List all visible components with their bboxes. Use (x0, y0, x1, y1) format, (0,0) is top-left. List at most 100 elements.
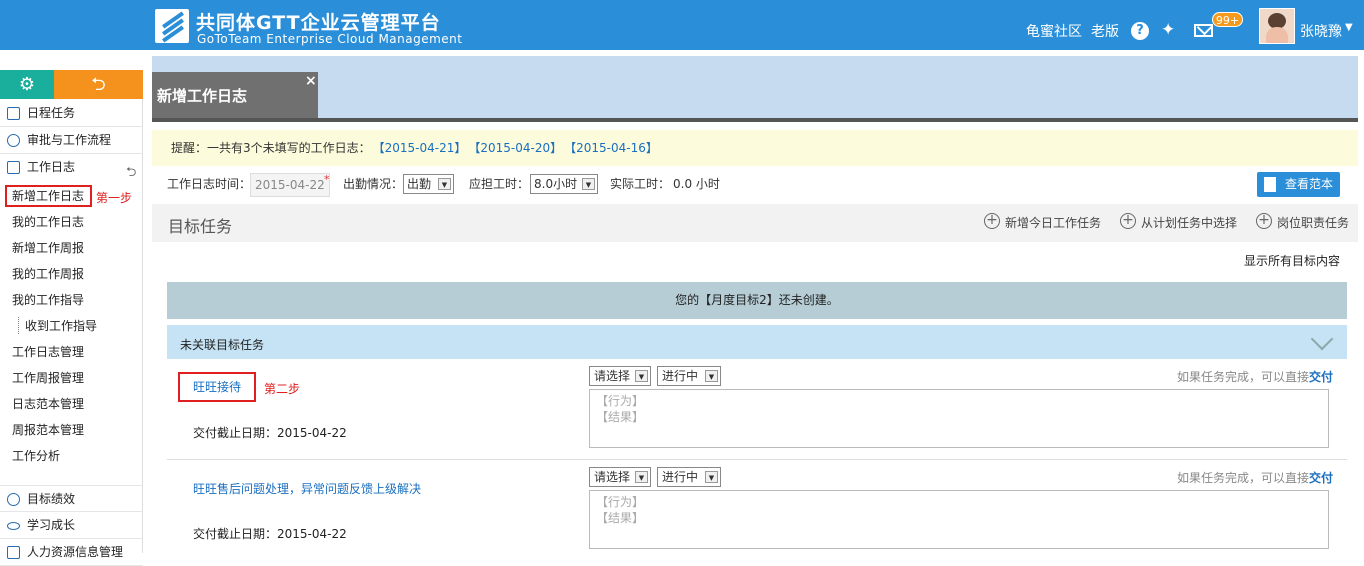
glasses-icon (7, 522, 20, 530)
calendar-icon (7, 107, 20, 120)
task-status-select[interactable]: 进行中 ▼ (657, 366, 721, 386)
collapse-icon[interactable]: ⮌ (126, 163, 136, 185)
chevron-down-icon: ▼ (635, 370, 648, 382)
task-hint-text: 如果任务完成，可以直接 (1176, 370, 1309, 384)
sidebar-group-label: 审批与工作流程 (27, 133, 112, 147)
document-icon (1264, 177, 1276, 192)
top-bar: 共同体GTT企业云管理平台 GoToTeam Enterprise Cloud … (0, 0, 1364, 50)
sidebar-item-new-weekly[interactable]: 新增工作周报 (12, 239, 84, 256)
attendance-select[interactable]: 出勤 ▼ (403, 174, 454, 194)
reminder-date-link[interactable]: 【2015-04-20】 (474, 141, 562, 155)
gear-icon[interactable]: ⚙ (0, 70, 54, 99)
duty-task-button[interactable]: + 岗位职责任务 (1256, 213, 1350, 231)
task-row: 旺旺售后问题处理，异常问题反馈上级解决 交付截止日期：2015-04-22 请选… (167, 461, 1347, 561)
action-label: 岗位职责任务 (1277, 216, 1350, 230)
actual-hours-label: 实际工时： (610, 177, 671, 191)
reminder-text: 提醒：一共有3个未填写的工作日志： (171, 141, 371, 155)
view-sample-label: 查看范本 (1285, 177, 1334, 191)
hours-label: 应担工时： (469, 177, 530, 191)
sidebar-group-schedule[interactable]: 日程任务 (0, 100, 143, 127)
chevron-down-icon: ▼ (438, 178, 451, 190)
task-hint: 如果任务完成，可以直接交付 (1177, 469, 1333, 486)
deliver-link[interactable]: 交付 (1309, 471, 1333, 485)
sidebar-group-worklog[interactable]: 工作日志 (0, 154, 143, 181)
actual-hours-value: 0.0 小时 (673, 177, 720, 191)
sidebar-item-my-guidance[interactable]: 我的工作指导 (12, 291, 84, 308)
sidebar-group-label: 学习成长 (27, 518, 76, 532)
gtt-logo-icon (155, 9, 189, 43)
task-status-value: 进行中 (662, 369, 699, 383)
date-field[interactable]: 2015-04-22 (250, 173, 330, 197)
mail-count-badge: 99+ (1212, 12, 1243, 27)
step2-highlight (178, 372, 256, 402)
monthly-goal-notice: 您的【月度目标2】还未创建。 (167, 282, 1347, 319)
task-name-link[interactable]: 旺旺售后问题处理，异常问题反馈上级解决 (193, 480, 421, 497)
sidebar-item-received-guidance[interactable]: 收到工作指导 (18, 317, 97, 334)
view-sample-button[interactable]: 查看范本 (1257, 172, 1340, 197)
community-link[interactable]: 龟蜜社区 (1026, 21, 1082, 41)
placeholder-result: 【结果】 (596, 511, 645, 525)
deliver-link[interactable]: 交付 (1309, 370, 1333, 384)
reminder-bar: 提醒：一共有3个未填写的工作日志： 【2015-04-21】 【2015-04-20… (152, 130, 1358, 166)
sidebar-group-label: 日程任务 (27, 106, 76, 120)
hours-select[interactable]: 8.0小时 ▼ (530, 174, 598, 194)
sidebar-item-weekly-management[interactable]: 工作周报管理 (12, 369, 84, 386)
log-form-row: 工作日志时间： 2015-04-22 * 出勤情况： 出勤 ▼ 应担工时： 8.0… (167, 172, 1347, 198)
sidebar-group-label: 工作日志 (27, 160, 76, 174)
user-name[interactable]: 张晓豫 (1300, 21, 1342, 41)
task-select[interactable]: 请选择 ▼ (589, 467, 651, 487)
sidebar-item-my-log[interactable]: 我的工作日志 (12, 213, 84, 230)
unlinked-tasks-header[interactable]: 未关联目标任务 (167, 325, 1347, 359)
task-notes-field[interactable]: 【行为】 【结果】 (589, 490, 1329, 549)
sidebar-group-label: 目标绩效 (27, 492, 76, 506)
sidebar-item-log-template[interactable]: 日志范本管理 (12, 395, 84, 412)
task-select-value: 请选择 (594, 470, 631, 484)
action-label: 新增今日工作任务 (1005, 216, 1102, 230)
sidebar: ⚙ ⮌ 日程任务 审批与工作流程 工作日志 ⮌ 新增工作日志 我的工作日志 新增… (0, 70, 143, 566)
sidebar-group-approval[interactable]: 审批与工作流程 (0, 127, 143, 154)
step1-annotation: 第一步 (96, 191, 133, 205)
targets-title: 目标任务 (168, 217, 233, 236)
task-hint-text: 如果任务完成，可以直接 (1176, 471, 1309, 485)
chevron-down-icon[interactable]: ▼ (1345, 22, 1353, 33)
task-hint: 如果任务完成，可以直接交付 (1177, 368, 1333, 385)
sidebar-item-log-management[interactable]: 工作日志管理 (12, 343, 84, 360)
task-select[interactable]: 请选择 ▼ (589, 366, 651, 386)
edit-icon (7, 161, 20, 174)
reminder-date-link[interactable]: 【2015-04-21】 (379, 141, 467, 155)
mail-icon[interactable] (1194, 24, 1213, 37)
sidebar-group-label: 人力资源信息管理 (27, 545, 124, 559)
chat-icon[interactable]: ✦ (1161, 21, 1181, 39)
sidebar-item-analysis[interactable]: 工作分析 (12, 447, 60, 464)
sidebar-group-performance[interactable]: 目标绩效 (0, 485, 143, 512)
task-row: 旺旺接待 交付截止日期：2015-04-22 请选择 ▼ 进行中 ▼ 如果任务完成，… (167, 360, 1347, 460)
plus-icon: + (984, 213, 1000, 229)
old-version-link[interactable]: 老版 (1091, 21, 1119, 41)
attendance-value: 出勤 (407, 177, 432, 191)
reminder-date-link[interactable]: 【2015-04-16】 (570, 141, 658, 155)
task-status-select[interactable]: 进行中 ▼ (657, 467, 721, 487)
sidebar-group-learning[interactable]: 学习成长 (0, 512, 143, 539)
back-icon[interactable]: ⮌ (54, 70, 143, 99)
step1-highlight (5, 185, 92, 207)
chevron-down-icon: ▼ (635, 471, 648, 483)
help-icon[interactable]: ? (1131, 22, 1149, 40)
placeholder-result: 【结果】 (596, 410, 645, 424)
sidebar-item-weekly-template[interactable]: 周报范本管理 (12, 421, 84, 438)
add-today-task-button[interactable]: + 新增今日工作任务 (984, 213, 1102, 231)
plus-icon: + (1256, 213, 1272, 229)
date-label: 工作日志时间： (167, 177, 252, 191)
task-due-date: 交付截止日期：2015-04-22 (193, 426, 347, 440)
plus-icon: + (1120, 213, 1136, 229)
close-icon[interactable]: × (305, 73, 317, 89)
tab-new-log[interactable]: 新增工作日志 (152, 72, 318, 118)
sidebar-item-my-weekly[interactable]: 我的工作周报 (12, 265, 84, 282)
target-icon (7, 493, 20, 506)
action-label: 从计划任务中选择 (1141, 216, 1238, 230)
task-notes-field[interactable]: 【行为】 【结果】 (589, 389, 1329, 448)
select-planned-task-button[interactable]: + 从计划任务中选择 (1120, 213, 1238, 231)
placeholder-action: 【行为】 (596, 394, 645, 408)
person-icon (7, 134, 20, 147)
show-all-targets-link[interactable]: 显示所有目标内容 (1244, 252, 1340, 269)
avatar[interactable] (1259, 8, 1295, 44)
